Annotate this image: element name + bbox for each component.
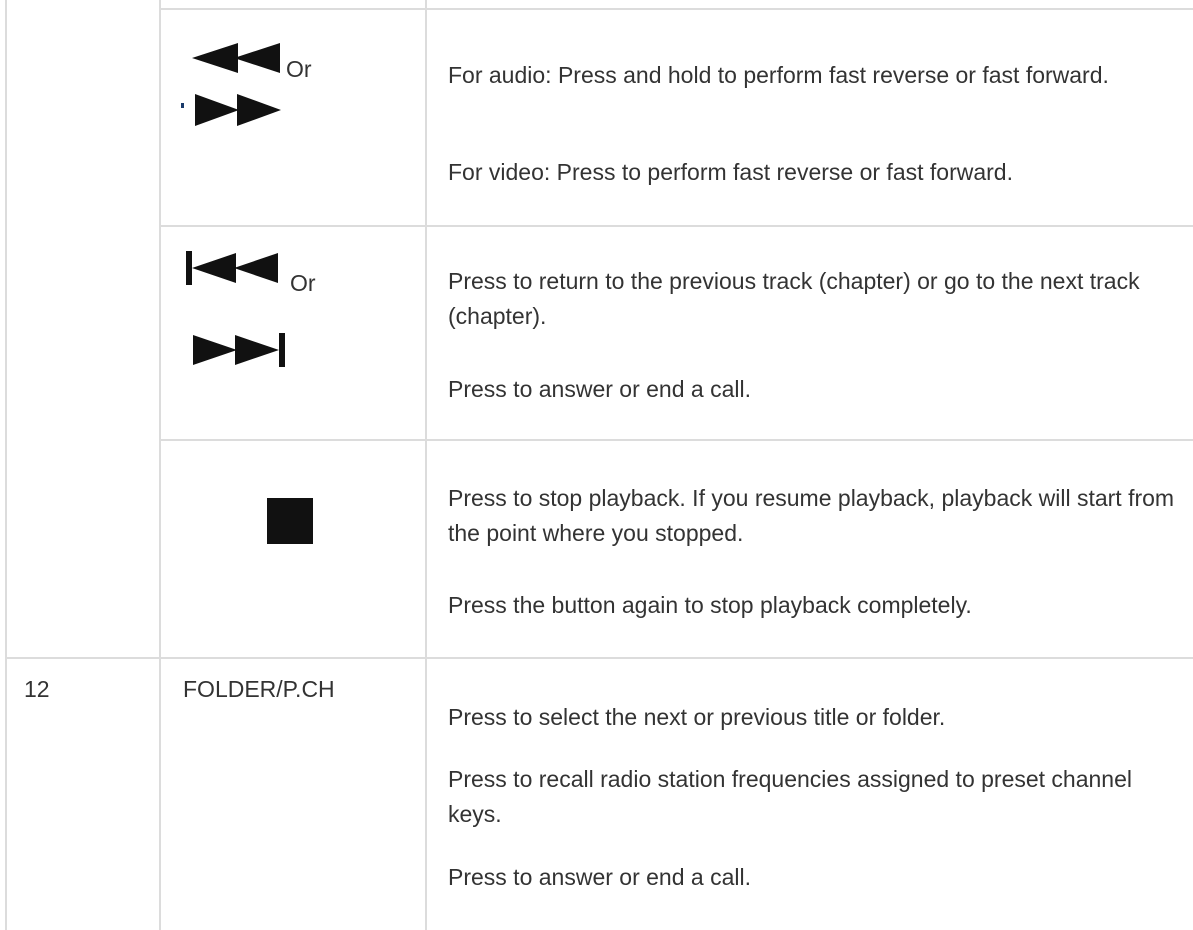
or-label: Or [286,56,312,82]
row-divider [159,8,1193,10]
next-track-icon [193,333,285,367]
table-column-divider-2 [425,0,427,930]
stray-dot [181,103,184,108]
row-number: 12 [24,676,50,702]
fast-forward-icon [195,94,281,126]
button-name: FOLDER/P.CH [183,676,335,702]
row-description: Press to recall radio station frequencie… [448,766,1133,827]
row-divider [159,225,1193,227]
row-description: Press the button again to stop playback … [448,592,972,618]
row-description: For audio: Press and hold to perform fas… [448,62,1109,88]
row-divider [159,439,1193,441]
row-description: Press to answer or end a call. [448,864,751,890]
row-description: Press to answer or end a call. [448,376,751,402]
row-description: For video: Press to perform fast reverse… [448,159,1013,185]
fast-reverse-icon [192,43,280,73]
or-label: Or [290,270,316,296]
table-column-divider-1 [159,0,161,930]
row-description: Press to stop playback. If you resume pl… [448,485,1175,546]
row-divider [5,657,1193,659]
row-description: Press to return to the previous track (c… [448,268,1140,329]
previous-track-icon [186,251,278,285]
table-left-border [5,0,7,930]
stop-icon [267,498,313,544]
row-description: Press to select the next or previous tit… [448,704,946,730]
